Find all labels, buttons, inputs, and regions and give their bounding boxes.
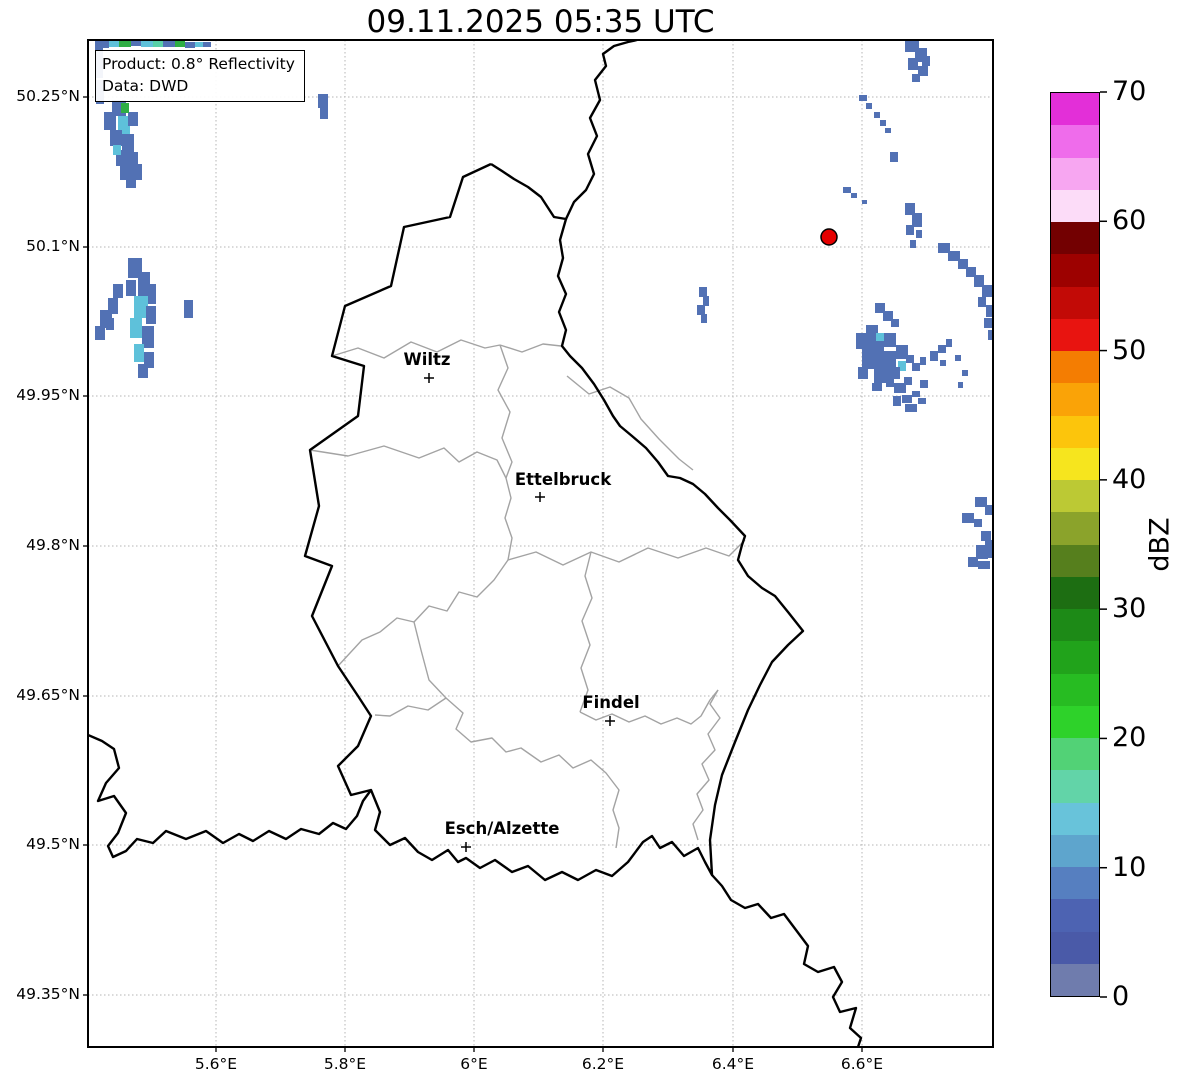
city-label-ettelbruck: Ettelbruck bbox=[514, 470, 612, 489]
colorbar-segment bbox=[1051, 641, 1099, 674]
x-tick-label: 6.6°E bbox=[840, 1055, 884, 1073]
colorbar-segment bbox=[1051, 673, 1099, 706]
colorbar-segment bbox=[1051, 383, 1099, 416]
radar-echo-cells bbox=[95, 40, 993, 569]
colorbar-segment bbox=[1051, 351, 1099, 384]
country-borders bbox=[88, 40, 863, 1047]
colorbar-segment bbox=[1051, 286, 1099, 319]
colorbar-segment bbox=[1051, 963, 1099, 996]
y-tick-label: 50.25°N bbox=[16, 87, 80, 105]
colorbar-tick-label: 50 bbox=[1112, 334, 1147, 366]
colorbar-unit-label: dBZ bbox=[1144, 517, 1176, 572]
y-tick-label: 49.5°N bbox=[26, 835, 80, 853]
colorbar-tick-label: 40 bbox=[1112, 463, 1147, 495]
data-source-line: Data: DWD bbox=[102, 77, 189, 95]
x-tick-label: 6.2°E bbox=[581, 1055, 625, 1073]
city-label-findel: Findel bbox=[582, 693, 640, 712]
x-tick-label: 5.6°E bbox=[194, 1055, 238, 1073]
colorbar-tick-label: 70 bbox=[1112, 76, 1147, 107]
colorbar-segment bbox=[1051, 512, 1099, 545]
colorbar-segment bbox=[1051, 125, 1099, 158]
colorbar-tick-label: 20 bbox=[1112, 722, 1147, 754]
colorbar bbox=[1050, 92, 1100, 997]
radar-site-marker bbox=[820, 228, 838, 246]
colorbar-segment bbox=[1051, 931, 1099, 964]
x-tick-label: 5.8°E bbox=[323, 1055, 367, 1073]
colorbar-segment bbox=[1051, 576, 1099, 609]
y-tick-label: 49.95°N bbox=[16, 386, 80, 404]
colorbar-segment bbox=[1051, 189, 1099, 222]
colorbar-segment bbox=[1051, 738, 1099, 771]
colorbar-segment bbox=[1051, 447, 1099, 480]
colorbar-tick-label: 10 bbox=[1112, 851, 1147, 883]
colorbar-segment bbox=[1051, 705, 1099, 738]
map-plot bbox=[83, 39, 994, 1052]
city-label-wiltz: Wiltz bbox=[403, 350, 451, 369]
colorbar-segment bbox=[1051, 770, 1099, 803]
colorbar-segment bbox=[1051, 415, 1099, 448]
colorbar-segment bbox=[1051, 867, 1099, 900]
colorbar-segment bbox=[1051, 899, 1099, 932]
colorbar-tick-label: 30 bbox=[1112, 593, 1147, 625]
product-info-box: Product: 0.8° Reflectivity Data: DWD bbox=[95, 50, 305, 102]
district-borders bbox=[309, 339, 746, 849]
y-tick-label: 49.65°N bbox=[16, 686, 80, 704]
colorbar-segment bbox=[1051, 93, 1099, 126]
y-tick-label: 50.1°N bbox=[26, 237, 80, 255]
y-tick-label: 49.8°N bbox=[26, 536, 80, 554]
radar-map-figure: 09.11.2025 05:35 UTC 5.6°E 5.8°E 6°E 6.2°E 6… bbox=[0, 0, 1184, 1081]
grid-lines bbox=[88, 40, 993, 1047]
x-tick-label: 6.4°E bbox=[711, 1055, 755, 1073]
colorbar-segment bbox=[1051, 157, 1099, 190]
plot-border-frame bbox=[87, 39, 994, 1048]
colorbar-segment bbox=[1051, 222, 1099, 255]
colorbar-segment bbox=[1051, 802, 1099, 835]
colorbar-segment bbox=[1051, 318, 1099, 351]
colorbar-segment bbox=[1051, 544, 1099, 577]
colorbar-segment bbox=[1051, 834, 1099, 867]
y-tick-label: 49.35°N bbox=[16, 985, 80, 1003]
colorbar-tick-label: 0 bbox=[1112, 981, 1130, 1012]
product-line: Product: 0.8° Reflectivity bbox=[102, 55, 295, 73]
colorbar-segment bbox=[1051, 609, 1099, 642]
x-tick-label: 6°E bbox=[460, 1055, 488, 1073]
colorbar-tick-label: 60 bbox=[1112, 205, 1147, 237]
colorbar-segment bbox=[1051, 254, 1099, 287]
city-label-esch-alzette: Esch/Alzette bbox=[444, 819, 560, 838]
colorbar-segment bbox=[1051, 480, 1099, 513]
